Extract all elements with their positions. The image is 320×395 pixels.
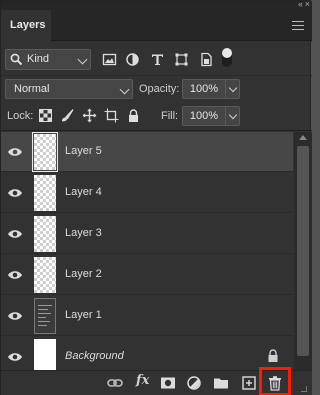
filter-row: Kind [1, 42, 312, 76]
pixel-filter-icon[interactable] [102, 52, 117, 67]
layer-name: Layer 2 [65, 268, 102, 280]
layer-thumbnail [34, 216, 56, 252]
collapse-panel-button[interactable]: ‹‹ [298, 0, 303, 9]
delete-button-highlight [259, 367, 291, 395]
shape-filter-icon[interactable] [174, 52, 189, 67]
layer-name: Layer 4 [65, 186, 102, 198]
lock-label: Lock: [7, 110, 34, 122]
type-filter-icon[interactable] [150, 52, 165, 67]
lock-all-icon[interactable] [126, 108, 141, 123]
adjustment-layer-icon[interactable] [186, 375, 202, 391]
layer-name: Layer 5 [65, 145, 102, 157]
blend-mode-select[interactable]: Normal [5, 79, 133, 99]
layer-row-layer-4[interactable]: Layer 4 [1, 173, 293, 213]
add-mask-icon[interactable] [160, 375, 176, 391]
layer-thumbnail [34, 175, 56, 211]
layer-thumbnail [32, 132, 58, 172]
layer-thumbnail [34, 339, 56, 370]
layer-row-layer-2[interactable]: Layer 2 [1, 255, 293, 295]
layer-row-layer-5[interactable]: Layer 5 [1, 132, 293, 172]
layer-name: Layer 3 [65, 227, 102, 239]
blend-mode-value: Normal [14, 83, 50, 95]
eye-visibility-icon[interactable] [7, 351, 23, 363]
lock-transparent-pixels-icon[interactable] [38, 108, 53, 123]
layers-scrollbar[interactable] [294, 132, 312, 370]
filter-toggle-switch[interactable] [222, 48, 232, 67]
chevron-down-icon [77, 54, 88, 65]
eye-visibility-icon[interactable] [7, 228, 23, 240]
resize-grip-icon[interactable] [301, 386, 307, 392]
layers-panel: ‹‹ × Layers Kind Normal Opacity: 100% Lo… [0, 0, 312, 395]
panel-tab-bar: Layers [1, 10, 312, 41]
new-layer-icon[interactable] [241, 375, 257, 391]
layer-row-layer-3[interactable]: Layer 3 [1, 214, 293, 254]
layer-row-layer-1[interactable]: Layer 1 [1, 296, 293, 336]
eye-visibility-icon[interactable] [7, 187, 23, 199]
fill-dropdown[interactable] [226, 106, 240, 126]
layer-thumbnail [34, 298, 56, 334]
layer-row-background[interactable]: Background [1, 337, 293, 370]
new-group-icon[interactable] [213, 375, 229, 391]
chevron-down-icon [119, 84, 130, 95]
eye-visibility-icon[interactable] [7, 310, 23, 322]
fill-label: Fill: [161, 110, 179, 122]
scroll-up-icon[interactable] [299, 135, 307, 140]
layer-name: Layer 1 [65, 309, 102, 321]
layer-thumbnail [34, 257, 56, 293]
eye-visibility-icon[interactable] [7, 269, 23, 281]
opacity-label: Opacity: [139, 83, 180, 95]
scrollbar-thumb[interactable] [297, 146, 309, 356]
tab-layers[interactable]: Layers [1, 10, 51, 41]
opacity-input[interactable]: 100% [182, 79, 226, 99]
chevron-down-icon [228, 110, 238, 120]
panel-top-strip: ‹‹ × [1, 0, 312, 10]
blend-row: Normal Opacity: 100% [1, 77, 312, 102]
panel-menu-icon[interactable] [292, 21, 304, 30]
smart-object-filter-icon[interactable] [199, 52, 214, 67]
adjustment-filter-icon[interactable] [125, 52, 140, 67]
kind-filter-select[interactable]: Kind [5, 49, 91, 70]
layers-list: Layer 5 Layer 4 Layer 3 Layer 2 Layer 1 [1, 132, 293, 370]
lock-icon[interactable] [267, 349, 279, 363]
search-icon [10, 53, 23, 66]
kind-filter-label: Kind [27, 53, 50, 65]
chevron-down-icon [228, 83, 238, 93]
layer-style-button[interactable]: fx [136, 373, 149, 388]
fill-input[interactable]: 100% [182, 106, 226, 126]
layer-name: Background [65, 350, 124, 362]
close-panel-button[interactable]: × [305, 0, 310, 9]
link-layers-icon[interactable] [107, 375, 123, 391]
eye-visibility-icon[interactable] [7, 146, 23, 158]
lock-artboard-icon[interactable] [104, 108, 119, 123]
lock-position-icon[interactable] [82, 108, 97, 123]
opacity-dropdown[interactable] [226, 79, 240, 99]
lock-image-pixels-icon[interactable] [60, 108, 75, 123]
